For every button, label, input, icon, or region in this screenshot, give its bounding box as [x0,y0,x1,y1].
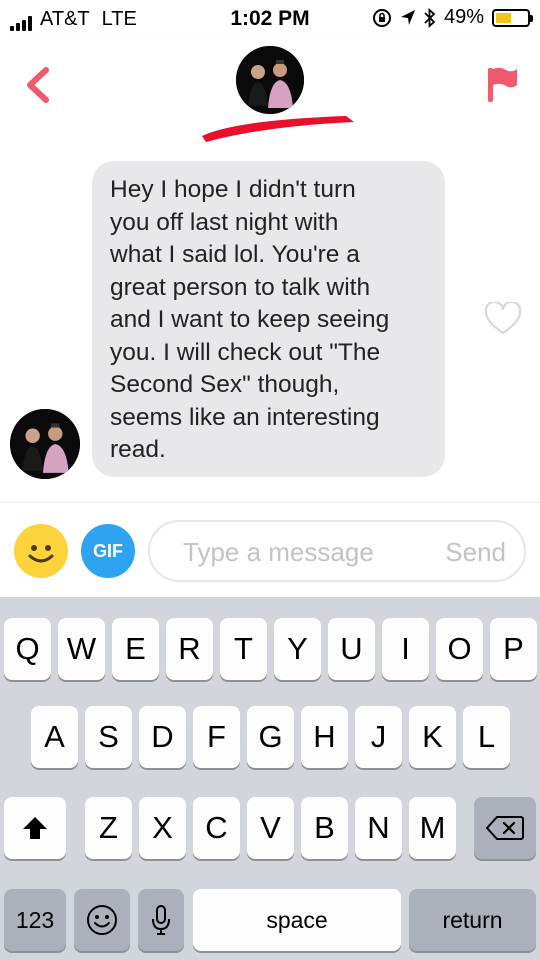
chat-area: Hey I hope I didn't turn you off last ni… [0,152,540,502]
key-y[interactable]: Y [274,618,321,680]
redaction-mark [202,116,354,142]
key-l[interactable]: L [463,706,510,768]
key-x[interactable]: X [139,797,186,859]
battery-level [496,12,511,23]
key-u[interactable]: U [328,618,375,680]
message-line: great person to talk with [110,273,371,301]
status-bar: AT&T LTE 1:02 PM 49% [0,0,540,40]
status-right: 49% [372,6,533,29]
avatar-photo [236,46,304,114]
emoji-keyboard-key[interactable] [74,889,130,951]
shift-icon [23,817,47,839]
compose-bar: GIF Type a message Send [0,502,540,597]
key-i[interactable]: I [382,618,429,680]
lock-rotation-icon [372,8,391,27]
message-line: seems like an interesting [110,403,380,431]
smiley-icon [28,545,54,563]
key-m[interactable]: M [409,797,456,859]
heart-icon[interactable] [484,302,522,336]
message-line: you. I will check out "The [110,338,381,366]
message-line: and I want to keep seeing [110,306,390,333]
battery-nub [530,14,533,22]
sender-avatar[interactable] [10,409,80,479]
key-o[interactable]: O [436,618,483,680]
backspace-icon [486,816,524,840]
key-n[interactable]: N [355,797,402,859]
shift-key[interactable] [4,797,66,859]
gif-button[interactable]: GIF [81,524,135,578]
key-w[interactable]: W [58,618,105,680]
microphone-key[interactable] [138,889,184,951]
match-avatar[interactable] [236,46,304,114]
key-t[interactable]: T [220,618,267,680]
key-g[interactable]: G [247,706,294,768]
message-line: Second Sex" though, [110,371,340,398]
key-r[interactable]: R [166,618,213,680]
bluetooth-icon [424,7,436,28]
key-p[interactable]: P [490,618,537,680]
message-line: you off last night with [110,208,339,236]
key-e[interactable]: E [112,618,159,680]
message-line: Hey I hope I didn't turn [110,176,356,203]
key-q[interactable]: Q [4,618,51,680]
key-j[interactable]: J [355,706,402,768]
key-z[interactable]: Z [85,797,132,859]
emoji-keyboard-icon [87,905,117,935]
key-s[interactable]: S [85,706,132,768]
message-line: read. [110,436,166,463]
back-chevron-icon[interactable] [22,66,52,104]
key-a[interactable]: A [31,706,78,768]
location-icon [400,9,415,25]
chat-header [0,40,540,152]
key-f[interactable]: F [193,706,240,768]
send-button[interactable]: Send [445,537,506,568]
flag-icon[interactable] [486,64,518,104]
key-k[interactable]: K [409,706,456,768]
microphone-icon [152,905,170,935]
numbers-key[interactable]: 123 [4,889,66,951]
key-b[interactable]: B [301,797,348,859]
key-h[interactable]: H [301,706,348,768]
battery-percent: 49% [443,6,484,28]
space-key[interactable]: space [193,889,401,951]
key-d[interactable]: D [139,706,186,768]
keyboard: Q W E R T Y U I O P A S D F G H J K L Z … [0,597,540,960]
message-input[interactable]: Type a message Send [148,520,526,582]
battery-icon [492,8,533,27]
message-placeholder: Type a message [183,537,374,567]
message-line: what I said lol. You're a [110,241,360,268]
return-key[interactable]: return [409,889,536,951]
key-c[interactable]: C [193,797,240,859]
emoji-button[interactable] [14,524,68,578]
avatar-photo [10,409,80,479]
backspace-key[interactable] [474,797,536,859]
message-bubble[interactable]: Hey I hope I didn't turn you off last ni… [92,161,445,477]
key-v[interactable]: V [247,797,294,859]
